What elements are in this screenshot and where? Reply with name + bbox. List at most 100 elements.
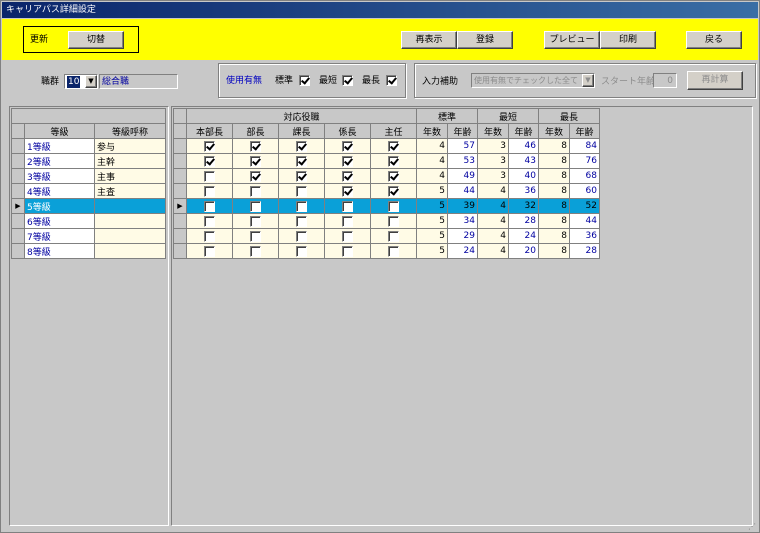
shortest-years[interactable]: 4 [477, 198, 509, 214]
shortest-years[interactable]: 4 [477, 183, 509, 199]
row-selector[interactable] [11, 213, 25, 229]
input-assist-select[interactable]: 使用有無でチェックした全て ▼ [471, 73, 595, 88]
standard-age[interactable]: 29 [447, 228, 478, 244]
position-checkbox[interactable] [250, 230, 261, 242]
shortest-age[interactable]: 24 [508, 228, 539, 244]
chevron-down-icon[interactable]: ▼ [85, 75, 97, 88]
position-checkbox[interactable] [388, 155, 399, 167]
back-button[interactable]: 戻る [686, 31, 742, 49]
row-selector[interactable] [173, 168, 187, 184]
position-checkbox[interactable] [388, 230, 399, 242]
longest-age[interactable]: 36 [569, 228, 600, 244]
position-checkbox[interactable] [296, 230, 307, 242]
longest-years[interactable]: 8 [538, 138, 570, 154]
grade-name[interactable]: 主事 [94, 168, 166, 184]
row-selector[interactable] [11, 183, 25, 199]
row-selector[interactable] [173, 213, 187, 229]
position-checkbox[interactable] [342, 140, 353, 152]
shortest-years[interactable]: 3 [477, 153, 509, 169]
position-row[interactable]: 5 24 4 20 8 28 [173, 243, 600, 259]
row-selector[interactable] [173, 153, 187, 169]
longest-years[interactable]: 8 [538, 213, 570, 229]
grade-code[interactable]: 3等級 [24, 168, 95, 184]
row-selector[interactable] [173, 183, 187, 199]
standard-years[interactable]: 5 [416, 183, 448, 199]
shortest-age[interactable]: 46 [508, 138, 539, 154]
longest-years[interactable]: 8 [538, 168, 570, 184]
position-checkbox[interactable] [296, 185, 307, 197]
standard-checkbox[interactable] [299, 75, 310, 86]
shortest-age[interactable]: 40 [508, 168, 539, 184]
longest-years[interactable]: 8 [538, 153, 570, 169]
standard-age[interactable]: 53 [447, 153, 478, 169]
preview-button[interactable]: プレビュー [544, 31, 600, 49]
grade-name[interactable]: 主幹 [94, 153, 166, 169]
longest-age[interactable]: 76 [569, 153, 600, 169]
resize-grip-icon[interactable]: ⋰ [748, 521, 756, 533]
grade-name[interactable] [94, 213, 166, 229]
grade-row[interactable]: 6等級 [11, 213, 166, 229]
shortest-years[interactable]: 4 [477, 243, 509, 259]
position-checkbox[interactable] [342, 155, 353, 167]
standard-age[interactable]: 24 [447, 243, 478, 259]
grade-code[interactable]: 4等級 [24, 183, 95, 199]
shortest-age[interactable]: 20 [508, 243, 539, 259]
standard-years[interactable]: 5 [416, 243, 448, 259]
standard-age[interactable]: 34 [447, 213, 478, 229]
row-selector[interactable] [173, 243, 187, 259]
position-checkbox[interactable] [296, 140, 307, 152]
grade-code[interactable]: 8等級 [24, 243, 95, 259]
position-row[interactable]: 5 44 4 36 8 60 [173, 183, 600, 199]
shortest-years[interactable]: 4 [477, 213, 509, 229]
position-checkbox[interactable] [388, 245, 399, 257]
position-checkbox[interactable] [296, 155, 307, 167]
standard-age[interactable]: 49 [447, 168, 478, 184]
position-checkbox[interactable] [342, 245, 353, 257]
grade-row[interactable]: 4等級 主査 [11, 183, 166, 199]
position-row[interactable]: 4 53 3 43 8 76 [173, 153, 600, 169]
standard-age[interactable]: 57 [447, 138, 478, 154]
position-checkbox[interactable] [204, 230, 215, 242]
row-selector[interactable] [11, 228, 25, 244]
grade-code[interactable]: 2等級 [24, 153, 95, 169]
row-selector[interactable] [173, 228, 187, 244]
shortest-age[interactable]: 28 [508, 213, 539, 229]
grade-name[interactable] [94, 243, 166, 259]
position-row[interactable]: 5 34 4 28 8 44 [173, 213, 600, 229]
position-checkbox[interactable] [250, 245, 261, 257]
position-row[interactable]: 5 29 4 24 8 36 [173, 228, 600, 244]
row-selector[interactable] [11, 138, 25, 154]
longest-age[interactable]: 28 [569, 243, 600, 259]
grade-name[interactable]: 主査 [94, 183, 166, 199]
row-selector[interactable] [11, 168, 25, 184]
chevron-down-icon[interactable]: ▼ [582, 74, 594, 87]
longest-age[interactable]: 60 [569, 183, 600, 199]
redisplay-button[interactable]: 再表示 [401, 31, 457, 49]
position-checkbox[interactable] [250, 155, 261, 167]
position-checkbox[interactable] [342, 215, 353, 227]
standard-years[interactable]: 5 [416, 228, 448, 244]
position-checkbox[interactable] [388, 170, 399, 182]
position-checkbox[interactable] [204, 185, 215, 197]
position-checkbox[interactable] [204, 170, 215, 182]
grade-row[interactable]: 1等級 参与 [11, 138, 166, 154]
standard-years[interactable]: 5 [416, 198, 448, 214]
longest-age[interactable]: 52 [569, 198, 600, 214]
switch-button[interactable]: 切替 [68, 31, 124, 49]
position-checkbox[interactable] [388, 185, 399, 197]
grade-row[interactable]: 3等級 主事 [11, 168, 166, 184]
recalc-button[interactable]: 再計算 [687, 71, 743, 90]
grade-code[interactable]: 1等級 [24, 138, 95, 154]
grade-row[interactable]: ▶ 5等級 [11, 198, 166, 214]
longest-years[interactable]: 8 [538, 198, 570, 214]
row-selector[interactable] [173, 138, 187, 154]
grade-row[interactable]: 7等級 [11, 228, 166, 244]
longest-years[interactable]: 8 [538, 228, 570, 244]
position-checkbox[interactable] [342, 185, 353, 197]
position-checkbox[interactable] [388, 140, 399, 152]
position-row[interactable]: ▶ 5 39 4 32 8 52 [173, 198, 600, 214]
standard-age[interactable]: 39 [447, 198, 478, 214]
position-row[interactable]: 4 49 3 40 8 68 [173, 168, 600, 184]
shortest-age[interactable]: 36 [508, 183, 539, 199]
longest-age[interactable]: 44 [569, 213, 600, 229]
